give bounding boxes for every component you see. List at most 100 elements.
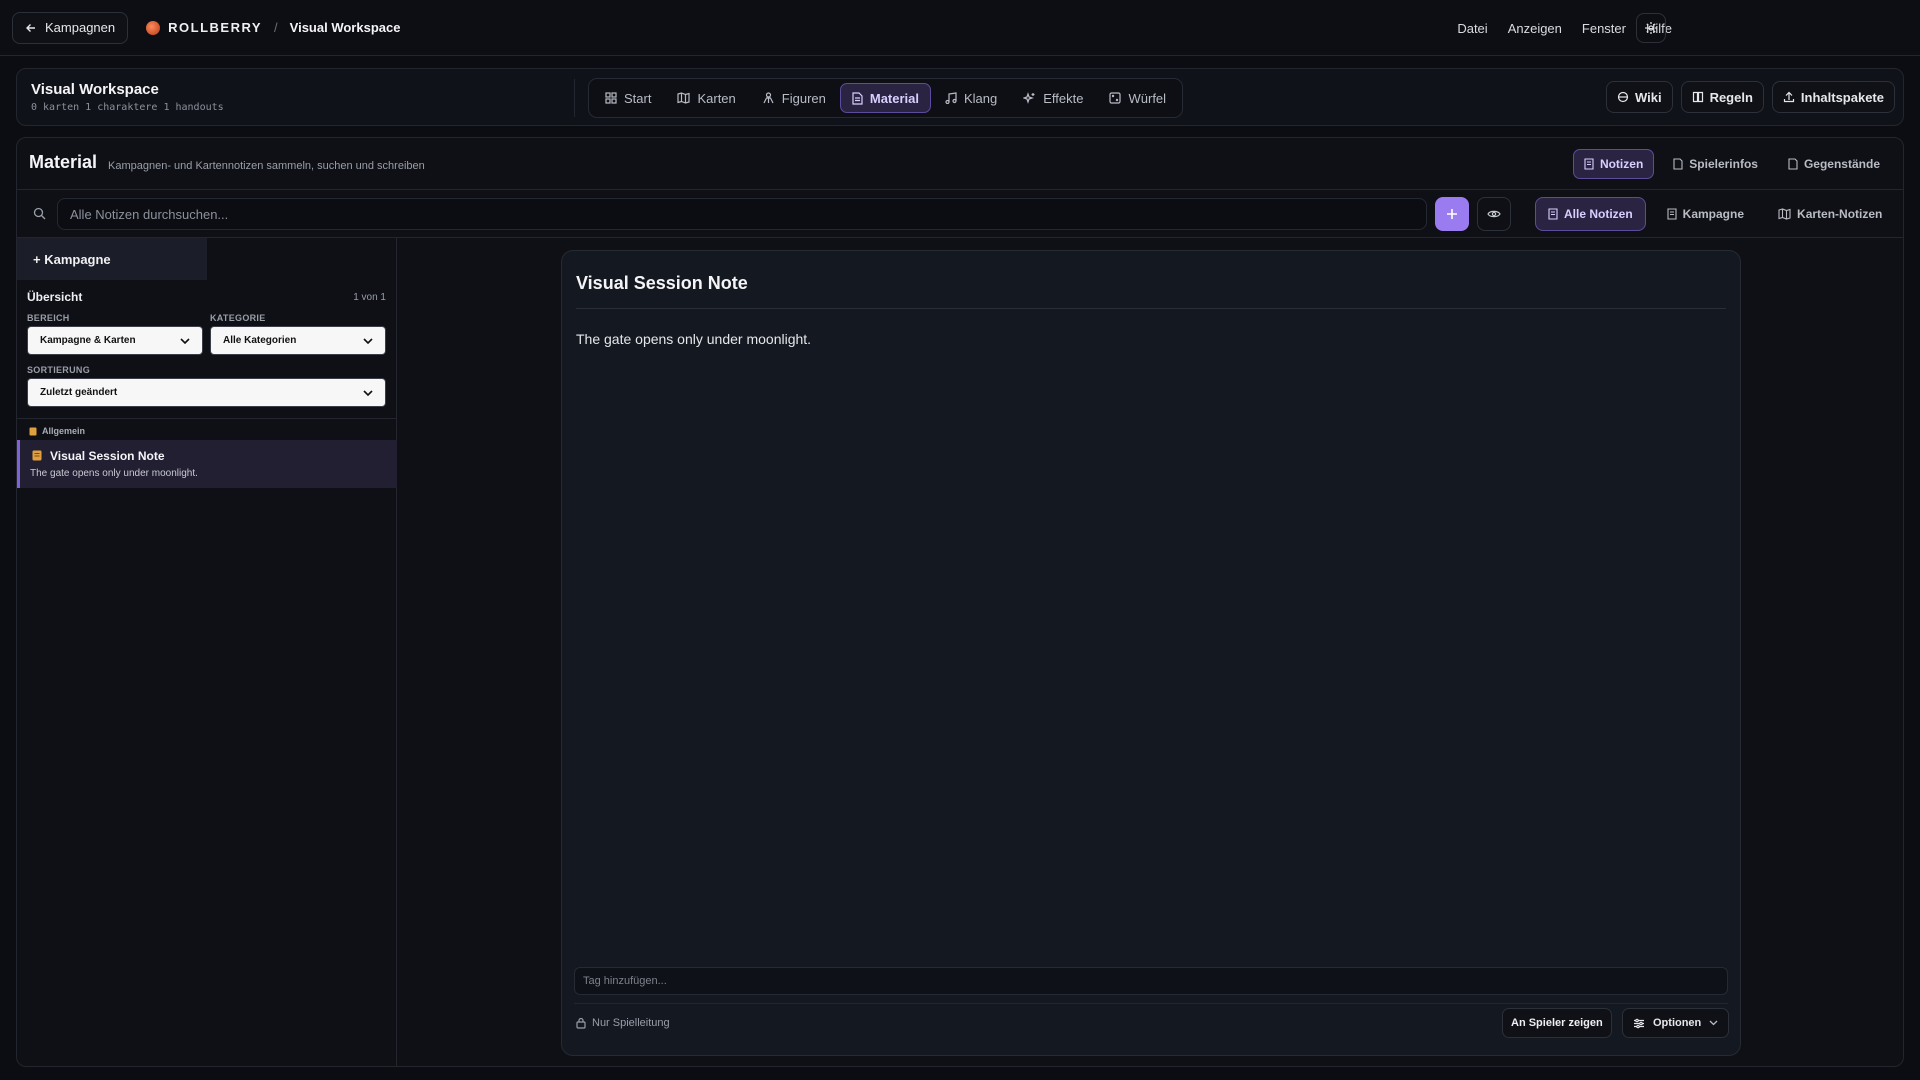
visibility-status: Nur Spielleitung — [576, 1017, 670, 1029]
note-icon — [1584, 158, 1594, 170]
tab-start[interactable]: Start — [593, 83, 663, 113]
tab-notizen[interactable]: Notizen — [1572, 149, 1655, 179]
dice-icon — [1109, 92, 1122, 104]
tab-notizen-label: Notizen — [1599, 157, 1644, 171]
tab-material-label: Material — [869, 90, 919, 106]
visibility-label: Nur Spielleitung — [592, 1017, 670, 1029]
header-divider — [574, 79, 575, 117]
area-filter-select[interactable]: Kampagne & Karten — [27, 326, 203, 355]
tab-wuerfel-label: Würfel — [1128, 90, 1167, 106]
filter-campaign-label: Kampagne — [1682, 207, 1745, 221]
sort-select[interactable]: Zuletzt geändert — [27, 378, 386, 407]
filter-map-notes-label: Karten-Notizen — [1797, 207, 1883, 221]
menu-datei[interactable]: Datei — [1457, 21, 1487, 36]
search-input[interactable] — [57, 198, 1427, 230]
wiki-button[interactable]: Wiki — [1605, 81, 1673, 113]
add-campaign-tab[interactable]: + Kampagne — [17, 238, 207, 280]
chevron-down-icon — [363, 337, 373, 344]
note-item-preview: The gate opens only under moonlight. — [30, 468, 198, 479]
chevron-down-icon — [180, 337, 190, 344]
tab-gegenstaende[interactable]: Gegenstände — [1777, 149, 1891, 179]
title-divider — [576, 308, 1726, 309]
tab-spielerinfos[interactable]: Spielerinfos — [1662, 149, 1769, 179]
tab-wuerfel[interactable]: Würfel — [1097, 83, 1178, 113]
handout-icon — [1673, 158, 1683, 170]
filter-map-notes[interactable]: Karten-Notizen — [1765, 197, 1895, 231]
sliders-icon — [1633, 1018, 1645, 1029]
sparkles-icon — [1023, 92, 1036, 104]
filter-campaign[interactable]: Kampagne — [1654, 197, 1757, 231]
note-group-label: Allgemein — [42, 426, 86, 436]
result-count: 1 von 1 — [353, 292, 386, 303]
lock-icon — [576, 1017, 586, 1029]
workspace-tabs: Start Karten Figuren Material Klang Effe… — [588, 78, 1184, 118]
tab-klang-label: Klang — [964, 90, 998, 106]
back-to-campaigns-button[interactable]: Kampagnen — [12, 11, 129, 44]
note-item-title: Visual Session Note — [50, 449, 165, 463]
eye-icon — [1487, 209, 1501, 219]
document-icon — [852, 91, 863, 105]
plus-icon — [1446, 208, 1458, 220]
map-icon — [677, 92, 691, 104]
tab-figuren[interactable]: Figuren — [750, 83, 838, 113]
settings-button[interactable] — [1636, 13, 1666, 43]
note-title[interactable]: Visual Session Note — [576, 273, 748, 294]
content-packs-button-label: Inhaltspakete — [1800, 89, 1884, 105]
area-filter-label: BEREICH — [27, 313, 70, 323]
workspace-actions: Wiki Regeln Inhaltspakete — [1605, 81, 1895, 113]
upload-icon — [1783, 91, 1795, 103]
material-subtitle: Kampagnen- und Kartennotizen sammeln, su… — [108, 160, 425, 172]
rules-button[interactable]: Regeln — [1680, 81, 1764, 113]
filter-all-notes[interactable]: Alle Notizen — [1535, 197, 1646, 231]
search-icon — [33, 207, 46, 220]
tag-input[interactable] — [574, 967, 1728, 995]
add-note-button[interactable] — [1435, 197, 1469, 231]
item-icon — [1788, 158, 1798, 170]
sort-value: Zuletzt geändert — [40, 387, 118, 398]
tab-gegenstaende-label: Gegenstände — [1803, 157, 1880, 171]
options-button[interactable]: Optionen — [1622, 1008, 1730, 1038]
note-filter-tabs: Alle Notizen Kampagne Karten-Notizen — [1535, 197, 1895, 231]
grid-icon — [605, 92, 617, 104]
top-bar: Kampagnen ROLLBERRY / Visual Workspace D… — [0, 0, 1920, 56]
wiki-icon — [1617, 91, 1629, 103]
chevron-down-icon — [363, 389, 373, 396]
show-to-players-button[interactable]: An Spieler zeigen — [1502, 1008, 1612, 1038]
gear-icon — [1644, 21, 1658, 35]
note-icon — [1667, 208, 1677, 220]
map-icon — [1778, 208, 1791, 220]
overview-label: Übersicht — [27, 290, 83, 304]
category-filter-select[interactable]: Alle Kategorien — [210, 326, 386, 355]
category-filter-value: Alle Kategorien — [223, 335, 297, 346]
tab-klang[interactable]: Klang — [933, 83, 1009, 113]
material-title: Material — [29, 152, 98, 172]
scroll-icon — [29, 427, 37, 436]
menu-anzeigen[interactable]: Anzeigen — [1508, 21, 1562, 36]
material-tabs: Notizen Spielerinfos Gegenstände — [1572, 149, 1891, 179]
tab-effekte-label: Effekte — [1043, 90, 1084, 106]
breadcrumb-workspace[interactable]: Visual Workspace — [290, 20, 401, 35]
music-icon — [945, 92, 957, 104]
search-bar: Alle Notizen Kampagne Karten-Notizen — [17, 190, 1903, 238]
tab-karten[interactable]: Karten — [665, 83, 747, 113]
note-body[interactable]: The gate opens only under moonlight. — [576, 331, 811, 347]
area-filter-value: Kampagne & Karten — [40, 335, 136, 346]
tab-effekte[interactable]: Effekte — [1011, 83, 1095, 113]
options-button-label: Optionen — [1653, 1017, 1702, 1029]
workspace-header: Visual Workspace 0 karten 1 charaktere 1… — [16, 68, 1904, 126]
list-item[interactable]: Visual Session Note The gate opens only … — [17, 440, 397, 488]
book-icon — [1692, 91, 1704, 103]
workspace-stats: 0 karten 1 charaktere 1 handouts — [31, 102, 224, 113]
tab-start-label: Start — [624, 90, 652, 106]
back-button-label: Kampagnen — [45, 20, 116, 35]
note-icon — [1548, 208, 1558, 220]
menu-fenster[interactable]: Fenster — [1582, 21, 1626, 36]
category-filter-label: KATEGORIE — [210, 313, 266, 323]
tab-material[interactable]: Material — [839, 83, 931, 113]
content-packs-button[interactable]: Inhaltspakete — [1771, 81, 1895, 113]
scroll-icon — [32, 450, 42, 461]
chevron-down-icon — [1709, 1020, 1718, 1026]
visibility-toggle-button[interactable] — [1477, 197, 1511, 231]
arrow-left-icon — [25, 22, 37, 34]
figures-icon — [762, 92, 775, 104]
